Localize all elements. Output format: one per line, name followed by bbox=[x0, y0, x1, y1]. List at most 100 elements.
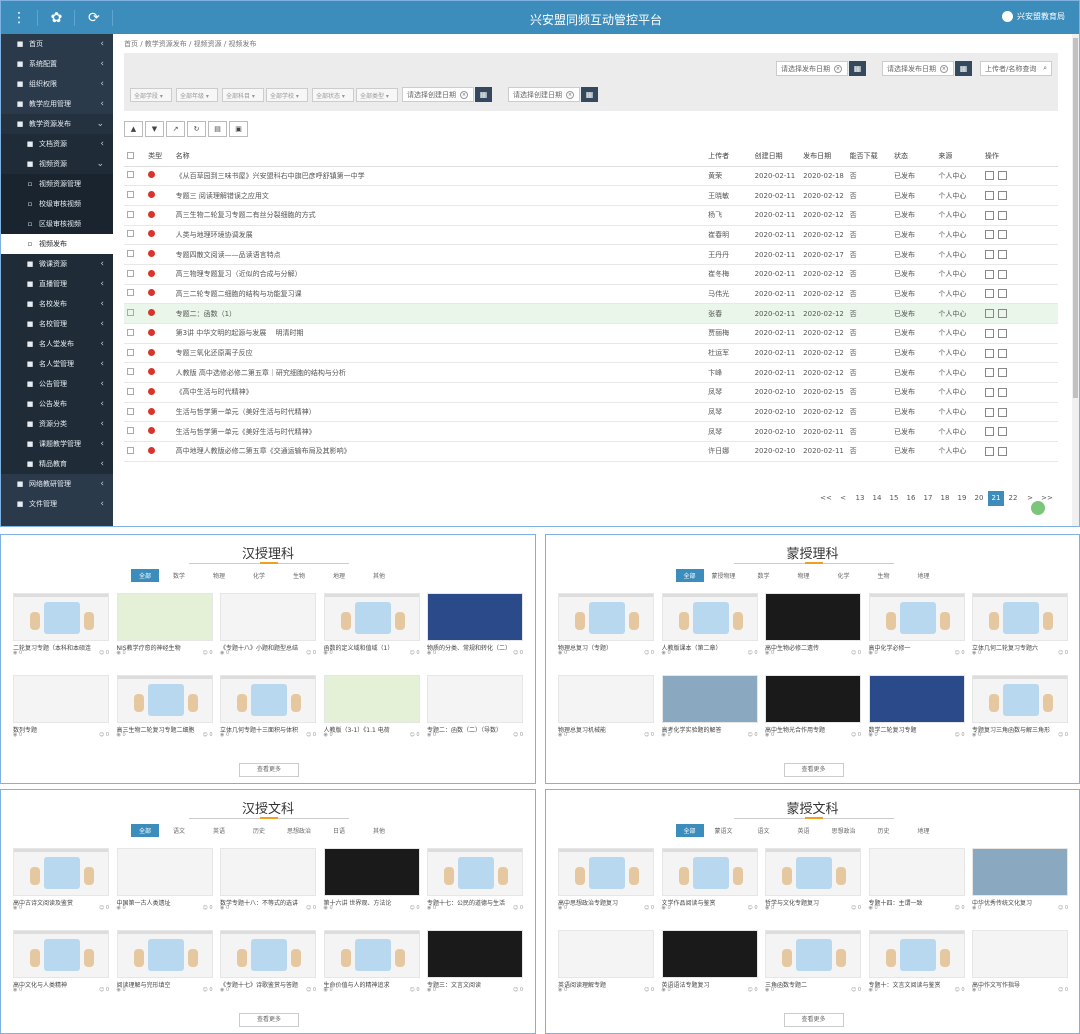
panel-tab[interactable]: 数学 bbox=[744, 569, 784, 582]
list-icon[interactable] bbox=[997, 348, 1007, 358]
page-button[interactable]: 13 bbox=[852, 491, 868, 506]
sidebar-item[interactable]: ■ 公告管理 ‹ bbox=[1, 374, 113, 394]
video-card[interactable]: 物质的分类、常规和转化（二） ◉ 0 ☺ 0 bbox=[427, 593, 523, 656]
clear-icon[interactable]: × bbox=[834, 64, 842, 73]
panel-tab[interactable]: 生物 bbox=[864, 569, 904, 582]
clear-icon[interactable]: × bbox=[566, 90, 574, 99]
table-row[interactable]: 生活与哲学第一单元（美好生活与时代精神） 凤琴 2020-02-10 2020-02-… bbox=[124, 402, 1058, 423]
panel-tab[interactable]: 蒙语文 bbox=[704, 824, 744, 837]
video-thumbnail[interactable] bbox=[323, 930, 420, 978]
list-icon[interactable] bbox=[997, 191, 1007, 201]
sidebar-item[interactable]: ■ 课题教学管理 ‹ bbox=[1, 434, 113, 454]
video-card[interactable]: 《专题十七》诗歌鉴赏与答题 ◉ 0 ☺ 0 bbox=[220, 930, 316, 993]
sidebar-item[interactable]: ■ 系统配置 ‹ bbox=[1, 54, 113, 74]
filter-select[interactable]: 全部学段 ▾ bbox=[130, 88, 172, 102]
page-button[interactable]: 16 bbox=[903, 491, 919, 506]
view-icon[interactable] bbox=[984, 210, 994, 220]
video-card[interactable]: 数列专题 ◉ 0 ☺ 0 bbox=[13, 675, 109, 738]
video-thumbnail[interactable] bbox=[323, 675, 420, 723]
sidebar-item[interactable]: ■ 视频资源 ⌄ bbox=[1, 154, 113, 174]
table-row[interactable]: 高三生物二轮复习专题二有丝分裂细胞的方式 杨飞 2020-02-11 2020-02-… bbox=[124, 205, 1058, 226]
video-thumbnail[interactable] bbox=[220, 930, 316, 978]
page-button[interactable]: < bbox=[835, 491, 851, 506]
panel-tab[interactable]: 物理 bbox=[199, 569, 239, 582]
table-row[interactable]: 《从百草园到三味书屋》兴安盟科右中旗巴彦呼舒镇第一中学 黄荣 2020-02-11 2… bbox=[124, 166, 1058, 187]
video-card[interactable]: 高中作文写作指导 ◉ 0 ☺ 0 bbox=[972, 930, 1068, 993]
video-card[interactable]: 专题十：文言文阅读与鉴赏 ◉ 0 ☺ 0 bbox=[868, 930, 965, 993]
video-card[interactable]: 专题十七：公民的道德与生活 ◉ 0 ☺ 0 bbox=[427, 848, 523, 911]
checkbox[interactable] bbox=[127, 230, 134, 238]
view-icon[interactable] bbox=[984, 289, 994, 299]
video-thumbnail[interactable] bbox=[116, 593, 213, 641]
table-row[interactable]: 人类与地理环境协调发展 崔春明 2020-02-11 2020-02-12 否已发布 个人… bbox=[124, 225, 1058, 246]
export-icon[interactable]: ▣ bbox=[229, 121, 248, 137]
table-row[interactable]: 生活与哲学第一单元《美好生活与时代精神》 凤琴 2020-02-10 2020-02-… bbox=[124, 421, 1058, 443]
view-icon[interactable] bbox=[984, 427, 994, 437]
checkbox[interactable] bbox=[127, 191, 134, 199]
panel-tab[interactable]: 思想政治 bbox=[279, 824, 319, 837]
video-card[interactable]: 三角函数专题二 ◉ 0 ☺ 0 bbox=[765, 930, 861, 993]
clear-icon[interactable]: × bbox=[940, 64, 948, 73]
panel-tab[interactable]: 地理 bbox=[904, 824, 944, 837]
video-card[interactable]: 人教版课本（第二章） ◉ 0 ☺ 0 bbox=[661, 593, 758, 656]
view-icon[interactable] bbox=[984, 446, 994, 456]
view-icon[interactable] bbox=[984, 191, 994, 201]
filter-select[interactable]: 全部类型 ▾ bbox=[356, 88, 398, 102]
video-thumbnail[interactable] bbox=[868, 675, 965, 723]
list-icon[interactable] bbox=[997, 446, 1007, 456]
sidebar-item[interactable]: ■ 教学资源发布 ⌄ bbox=[1, 114, 113, 134]
video-thumbnail[interactable] bbox=[13, 593, 109, 641]
video-thumbnail[interactable] bbox=[661, 675, 758, 723]
filter-select[interactable]: 全部学校 ▾ bbox=[266, 88, 308, 102]
video-card[interactable]: 英语阅读理解专题 ◉ 0 ☺ 0 bbox=[558, 930, 654, 993]
menu-icon[interactable]: ⋮ bbox=[1, 9, 39, 26]
view-icon[interactable] bbox=[984, 269, 994, 279]
list-icon[interactable] bbox=[997, 230, 1007, 240]
list-icon[interactable] bbox=[997, 289, 1007, 299]
video-thumbnail[interactable] bbox=[661, 593, 758, 641]
panel-tab[interactable]: 英语 bbox=[199, 824, 239, 837]
download-icon[interactable] bbox=[1031, 501, 1045, 515]
sidebar-item[interactable]: ■ 组织权限 ‹ bbox=[1, 74, 113, 94]
panel-tab[interactable]: 思想政治 bbox=[824, 824, 864, 837]
video-thumbnail[interactable] bbox=[427, 593, 523, 641]
video-thumbnail[interactable] bbox=[661, 930, 758, 978]
calendar-icon[interactable]: ▦ bbox=[955, 61, 972, 76]
list-icon[interactable] bbox=[997, 210, 1007, 220]
header-checkbox[interactable] bbox=[124, 147, 146, 167]
user-menu[interactable]: 兴安盟教育局 bbox=[1002, 11, 1065, 22]
video-thumbnail[interactable] bbox=[972, 675, 1068, 723]
panel-tab[interactable]: 全部 bbox=[675, 824, 704, 837]
video-card[interactable]: 数学二轮复习专题 ◉ 0 ☺ 0 bbox=[868, 675, 965, 738]
panel-tab[interactable]: 全部 bbox=[131, 824, 160, 837]
video-thumbnail[interactable] bbox=[220, 848, 316, 896]
video-card[interactable]: 物理总复习机械能 ◉ 0 ☺ 0 bbox=[558, 675, 654, 738]
thumbs-up-icon[interactable]: ▲ bbox=[124, 121, 143, 137]
sidebar-item[interactable]: ■ 名人堂发布 ‹ bbox=[1, 334, 113, 354]
checkbox[interactable] bbox=[127, 210, 134, 218]
panel-tab[interactable]: 日语 bbox=[319, 824, 359, 837]
video-thumbnail[interactable] bbox=[323, 848, 420, 896]
checkbox[interactable] bbox=[127, 348, 134, 356]
publish-start-date[interactable]: 请选择发布日期 × bbox=[776, 61, 848, 76]
checkbox[interactable] bbox=[127, 151, 134, 159]
video-thumbnail[interactable] bbox=[558, 593, 654, 641]
video-thumbnail[interactable] bbox=[116, 675, 213, 723]
page-button[interactable]: 18 bbox=[937, 491, 953, 506]
sidebar-item[interactable]: ■ 名校发布 ‹ bbox=[1, 294, 113, 314]
panel-tab[interactable]: 语文 bbox=[744, 824, 784, 837]
video-thumbnail[interactable] bbox=[13, 930, 109, 978]
video-thumbnail[interactable] bbox=[765, 930, 861, 978]
video-card[interactable]: 生命价值与人的精神追求 ◉ 0 ☺ 0 bbox=[323, 930, 420, 993]
panel-tab[interactable]: 生物 bbox=[279, 569, 319, 582]
panel-tab[interactable]: 化学 bbox=[239, 569, 279, 582]
video-card[interactable]: 高中古诗文阅读及鉴赏 ◉ 0 ☺ 0 bbox=[13, 848, 109, 911]
list-icon[interactable] bbox=[997, 368, 1007, 378]
sidebar-item[interactable]: ■ 公告发布 ‹ bbox=[1, 394, 113, 414]
page-button[interactable]: 21 bbox=[988, 491, 1004, 506]
list-icon[interactable] bbox=[997, 328, 1007, 338]
table-row[interactable]: 高三物理专题复习（近似的合成与分解） 崔冬梅 2020-02-11 2020-02-1… bbox=[124, 264, 1058, 285]
sidebar-item[interactable]: ▫ 视频资源管理 bbox=[1, 174, 113, 194]
view-icon[interactable] bbox=[984, 250, 994, 260]
view-icon[interactable] bbox=[984, 328, 994, 338]
